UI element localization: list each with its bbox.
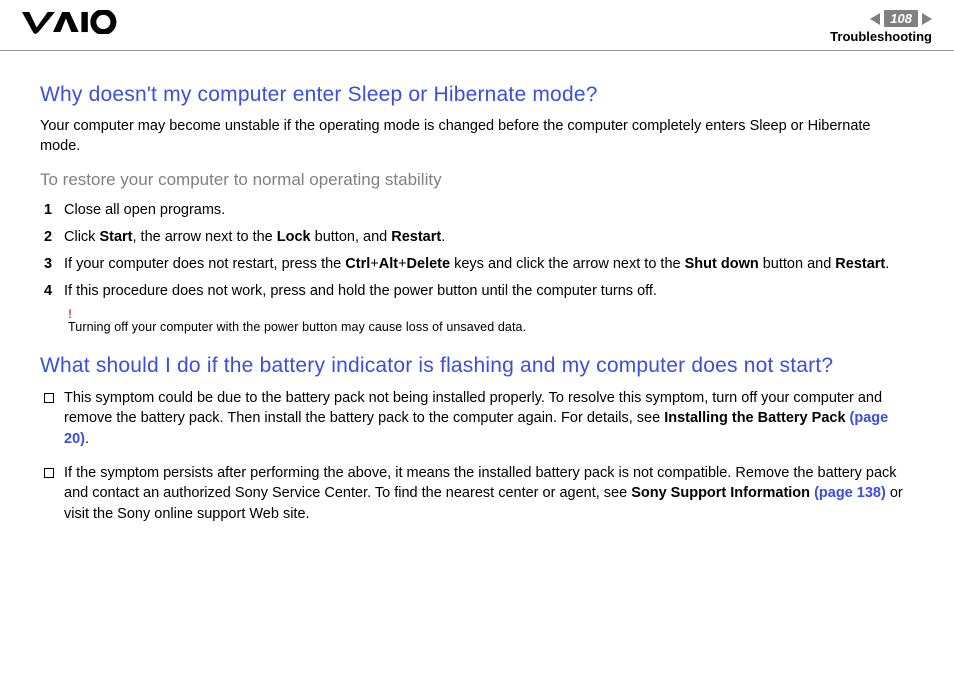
step-item: 1 Close all open programs. [40, 200, 914, 221]
content-area: Why doesn't my computer enter Sleep or H… [0, 51, 954, 524]
bullet-text: This symptom could be due to the battery… [64, 388, 914, 449]
list-item: This symptom could be due to the battery… [40, 388, 914, 449]
vaio-logo [22, 10, 118, 34]
square-bullet-icon [40, 388, 64, 407]
step-number: 1 [40, 200, 64, 221]
section-label: Troubleshooting [830, 29, 932, 44]
bullet-text: If the symptom persists after performing… [64, 463, 914, 524]
warning-text: Turning off your computer with the power… [40, 320, 914, 334]
step-text: If this procedure does not work, press a… [64, 281, 914, 302]
step-number: 3 [40, 254, 64, 275]
question-1-intro: Your computer may become unstable if the… [40, 117, 914, 156]
step-item: 2 Click Start, the arrow next to the Loc… [40, 227, 914, 248]
list-item: If the symptom persists after performing… [40, 463, 914, 524]
step-item: 4 If this procedure does not work, press… [40, 281, 914, 302]
question-1-title: Why doesn't my computer enter Sleep or H… [40, 83, 914, 107]
question-1-subhead: To restore your computer to normal opera… [40, 170, 914, 190]
step-text: If your computer does not restart, press… [64, 254, 914, 275]
step-text: Close all open programs. [64, 200, 914, 221]
step-item: 3 If your computer does not restart, pre… [40, 254, 914, 275]
page-number: 108 [884, 10, 918, 27]
prev-page-arrow-icon[interactable] [870, 13, 880, 25]
square-bullet-icon [40, 463, 64, 482]
step-number: 4 [40, 281, 64, 302]
restore-steps-list: 1 Close all open programs. 2 Click Start… [40, 200, 914, 302]
page-link[interactable]: (page 138) [814, 485, 886, 501]
question-2-title: What should I do if the battery indicato… [40, 354, 914, 378]
next-page-arrow-icon[interactable] [922, 13, 932, 25]
warning-icon: ! [40, 308, 914, 320]
step-number: 2 [40, 227, 64, 248]
header-nav: 108 Troubleshooting [830, 10, 932, 44]
battery-bullet-list: This symptom could be due to the battery… [40, 388, 914, 524]
page-header: 108 Troubleshooting [0, 0, 954, 51]
step-text: Click Start, the arrow next to the Lock … [64, 227, 914, 248]
